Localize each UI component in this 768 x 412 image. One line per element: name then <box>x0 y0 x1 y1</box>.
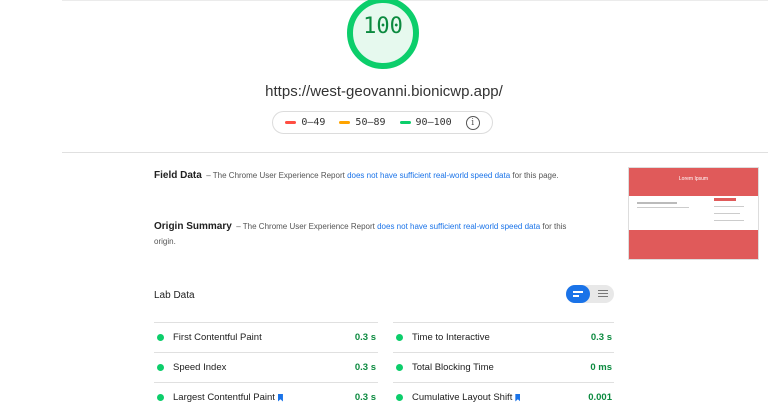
metric-first-contentful-paint: First Contentful Paint 0.3 s <box>154 322 378 352</box>
metric-value: 0.3 s <box>354 392 376 403</box>
bookmark-icon <box>277 393 283 402</box>
legend-label: 50–89 <box>355 117 386 128</box>
origin-summary-section: Origin Summary – The Chrome User Experie… <box>154 219 584 249</box>
field-data-text-after: for this page. <box>512 171 559 180</box>
legend-label: 0–49 <box>301 117 326 128</box>
metric-time-to-interactive: Time to Interactive 0.3 s <box>393 322 614 352</box>
pass-indicator-icon <box>157 334 164 341</box>
metric-speed-index: Speed Index 0.3 s <box>154 352 378 382</box>
pass-indicator-icon <box>157 394 164 401</box>
thumbnail-header-text: Lorem Ipsum <box>678 176 709 182</box>
bookmark-icon <box>515 393 521 402</box>
lab-data-title: Lab Data <box>154 290 195 301</box>
metric-label: First Contentful Paint <box>173 332 262 343</box>
metric-value: 0.001 <box>588 392 612 403</box>
section-divider <box>62 152 768 153</box>
dash: – <box>236 222 241 231</box>
metric-largest-contentful-paint: Largest Contentful Paint 0.3 s <box>154 382 378 412</box>
field-data-title: Field Data <box>154 170 202 181</box>
metric-value: 0.3 s <box>590 332 612 343</box>
metric-value: 0.3 s <box>354 362 376 373</box>
field-data-text: The Chrome User Experience Report <box>212 171 345 180</box>
compact-view-icon[interactable] <box>566 285 590 303</box>
thumbnail-body <box>629 196 758 230</box>
score-legend: 0–49 50–89 90–100 i <box>272 111 493 134</box>
pass-indicator-icon <box>396 364 403 371</box>
pass-indicator-icon <box>396 334 403 341</box>
metrics-view-toggle[interactable] <box>566 285 614 303</box>
info-icon[interactable]: i <box>465 115 480 130</box>
performance-score: 100 <box>363 14 403 39</box>
metric-value: 0.3 s <box>354 332 376 343</box>
legend-item-good: 90–100 <box>399 117 452 128</box>
field-data-section: Field Data – The Chrome User Experience … <box>154 168 584 183</box>
pass-indicator-icon <box>157 364 164 371</box>
thumbnail-footer <box>629 230 758 259</box>
legend-item-average: 50–89 <box>339 117 386 128</box>
origin-summary-title: Origin Summary <box>154 221 232 232</box>
legend-bar-green <box>399 121 411 124</box>
legend-item-poor: 0–49 <box>285 117 325 128</box>
field-data-link[interactable]: does not have sufficient real-world spee… <box>347 171 510 180</box>
metric-cumulative-layout-shift: Cumulative Layout Shift 0.001 <box>393 382 614 412</box>
page-url: https://west-geovanni.bionicwp.app/ <box>265 83 503 100</box>
thumbnail-header: Lorem Ipsum <box>629 168 758 196</box>
metric-value: 0 ms <box>590 362 612 373</box>
metric-label: Time to Interactive <box>412 332 490 343</box>
metric-total-blocking-time: Total Blocking Time 0 ms <box>393 352 614 382</box>
legend-label: 90–100 <box>415 117 452 128</box>
dash: – <box>206 171 211 180</box>
metric-label: Speed Index <box>173 362 227 373</box>
page-screenshot-thumbnail: Lorem Ipsum <box>628 167 759 260</box>
pass-indicator-icon <box>396 394 403 401</box>
origin-summary-text: The Chrome User Experience Report <box>242 222 375 231</box>
legend-bar-red <box>285 121 297 124</box>
metric-label: Total Blocking Time <box>412 362 494 373</box>
legend-bar-orange <box>339 121 351 124</box>
metric-label: Largest Contentful Paint <box>173 392 275 403</box>
origin-summary-link[interactable]: does not have sufficient real-world spee… <box>377 222 540 231</box>
metric-label: Cumulative Layout Shift <box>412 392 513 403</box>
